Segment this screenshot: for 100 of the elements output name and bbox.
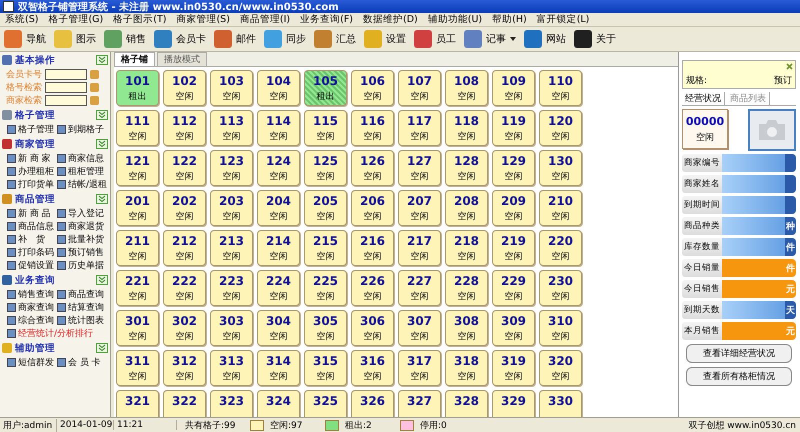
locker-cell[interactable]: 213 空闲 xyxy=(210,230,253,266)
locker-cell[interactable]: 103 空闲 xyxy=(210,70,253,106)
locker-cell[interactable]: 330 xyxy=(539,390,582,417)
locker-cell[interactable]: 218 空闲 xyxy=(445,230,488,266)
locker-cell[interactable]: 115 空闲 xyxy=(304,110,347,146)
locker-cell[interactable]: 307 空闲 xyxy=(398,310,441,346)
section-title[interactable]: 业务查询 xyxy=(15,274,93,286)
collapse-icon[interactable] xyxy=(96,275,108,285)
menu-item[interactable]: 格子图示(T) xyxy=(108,13,172,26)
locker-cell[interactable]: 203 空闲 xyxy=(210,190,253,226)
input-field[interactable] xyxy=(45,95,87,106)
locker-cell[interactable]: 210 空闲 xyxy=(539,190,582,226)
locker-cell[interactable]: 222 空闲 xyxy=(163,270,206,306)
sidebar-link[interactable]: 商家退货 xyxy=(68,220,104,233)
toolbar-button[interactable]: 员工 xyxy=(410,28,460,50)
input-field[interactable] xyxy=(45,82,87,93)
locker-cell[interactable]: 225 空闲 xyxy=(304,270,347,306)
sidebar-link[interactable]: 批量补货 xyxy=(68,233,104,246)
locker-cell[interactable]: 226 空闲 xyxy=(351,270,394,306)
locker-cell[interactable]: 122 空闲 xyxy=(163,150,206,186)
sidebar-link[interactable]: 促销设置 xyxy=(18,259,54,272)
sidebar-link[interactable]: 经营统计/分析排行 xyxy=(18,327,94,340)
locker-cell[interactable]: 101 租出 xyxy=(116,70,159,106)
collapse-icon[interactable] xyxy=(96,343,108,353)
locker-cell[interactable]: 315 空闲 xyxy=(304,350,347,386)
locker-cell[interactable]: 316 空闲 xyxy=(351,350,394,386)
locker-cell[interactable]: 207 空闲 xyxy=(398,190,441,226)
locker-cell[interactable]: 317 空闲 xyxy=(398,350,441,386)
sidebar-link[interactable]: 会 员 卡 xyxy=(68,356,101,369)
locker-cell[interactable]: 227 空闲 xyxy=(398,270,441,306)
locker-cell[interactable]: 124 空闲 xyxy=(257,150,300,186)
sidebar-link[interactable]: 补 货 xyxy=(18,233,45,246)
toolbar-button[interactable]: 会员卡 xyxy=(150,28,210,50)
menu-item[interactable]: 辅助功能(U) xyxy=(422,13,488,26)
sidebar-link[interactable]: 商品查询 xyxy=(68,288,104,301)
locker-cell[interactable]: 306 空闲 xyxy=(351,310,394,346)
locker-cell[interactable]: 109 空闲 xyxy=(492,70,535,106)
locker-cell[interactable]: 120 空闲 xyxy=(539,110,582,146)
locker-cell[interactable]: 125 空闲 xyxy=(304,150,347,186)
locker-cell[interactable]: 128 空闲 xyxy=(445,150,488,186)
locker-cell[interactable]: 201 空闲 xyxy=(116,190,159,226)
locker-cell[interactable]: 130 空闲 xyxy=(539,150,582,186)
locker-cell[interactable]: 305 空闲 xyxy=(304,310,347,346)
locker-cell[interactable]: 326 xyxy=(351,390,394,417)
locker-cell[interactable]: 211 空闲 xyxy=(116,230,159,266)
sidebar-link[interactable]: 短信群发 xyxy=(18,356,54,369)
locker-cell[interactable]: 121 空闲 xyxy=(116,150,159,186)
locker-cell[interactable]: 126 空闲 xyxy=(351,150,394,186)
sidebar-link[interactable]: 历史单据 xyxy=(68,259,104,272)
sidebar-link[interactable]: 新 商 品 xyxy=(18,207,51,220)
locker-cell[interactable]: 230 空闲 xyxy=(539,270,582,306)
locker-cell[interactable]: 206 空闲 xyxy=(351,190,394,226)
sidebar-link[interactable]: 租柜管理 xyxy=(68,165,104,178)
locker-cell[interactable]: 105 租出 xyxy=(304,70,347,106)
locker-cell[interactable]: 311 空闲 xyxy=(116,350,159,386)
locker-cell[interactable]: 102 空闲 xyxy=(163,70,206,106)
locker-cell[interactable]: 304 空闲 xyxy=(257,310,300,346)
locker-cell[interactable]: 303 空闲 xyxy=(210,310,253,346)
toolbar-button[interactable]: 汇总 xyxy=(310,28,360,50)
sidebar-link[interactable]: 结帐/退租 xyxy=(68,178,107,191)
section-title[interactable]: 商家管理 xyxy=(15,138,93,150)
sidebar-link[interactable]: 预订销售 xyxy=(68,246,104,259)
menu-item[interactable]: 系统(S) xyxy=(0,13,44,26)
locker-cell[interactable]: 221 空闲 xyxy=(116,270,159,306)
locker-cell[interactable]: 324 xyxy=(257,390,300,417)
locker-cell[interactable]: 329 xyxy=(492,390,535,417)
locker-cell[interactable]: 301 空闲 xyxy=(116,310,159,346)
locker-cell[interactable]: 212 空闲 xyxy=(163,230,206,266)
locker-cell[interactable]: 214 空闲 xyxy=(257,230,300,266)
locker-cell[interactable]: 328 xyxy=(445,390,488,417)
sidebar-link[interactable]: 办理租柜 xyxy=(18,165,54,178)
locker-cell[interactable]: 216 空闲 xyxy=(351,230,394,266)
menu-item[interactable]: 业务查询(F) xyxy=(295,13,358,26)
locker-cell[interactable]: 104 空闲 xyxy=(257,70,300,106)
locker-cell[interactable]: 119 空闲 xyxy=(492,110,535,146)
locker-cell[interactable]: 327 xyxy=(398,390,441,417)
locker-cell[interactable]: 204 空闲 xyxy=(257,190,300,226)
sidebar-link[interactable]: 商家信息 xyxy=(68,152,104,165)
locker-cell[interactable]: 310 空闲 xyxy=(539,310,582,346)
sidebar-link[interactable]: 综合查询 xyxy=(18,314,54,327)
locker-cell[interactable]: 106 空闲 xyxy=(351,70,394,106)
section-title[interactable]: 基本操作 xyxy=(15,54,93,66)
locker-cell[interactable]: 127 空闲 xyxy=(398,150,441,186)
collapse-icon[interactable] xyxy=(96,139,108,149)
sidebar-link[interactable]: 打印货单 xyxy=(18,178,54,191)
sidebar-link[interactable]: 结算查询 xyxy=(68,301,104,314)
locker-cell[interactable]: 313 空闲 xyxy=(210,350,253,386)
locker-cell[interactable]: 302 空闲 xyxy=(163,310,206,346)
sidebar-link[interactable]: 统计图表 xyxy=(68,314,104,327)
tab[interactable]: 商品列表 xyxy=(727,92,770,105)
section-title[interactable]: 辅助管理 xyxy=(15,342,93,354)
locker-cell[interactable]: 319 空闲 xyxy=(492,350,535,386)
collapse-icon[interactable] xyxy=(96,55,108,65)
toolbar-button[interactable]: 同步 xyxy=(260,28,310,50)
locker-cell[interactable]: 110 空闲 xyxy=(539,70,582,106)
menu-item[interactable]: 格子管理(G) xyxy=(43,13,108,26)
locker-cell[interactable]: 312 空闲 xyxy=(163,350,206,386)
toolbar-button[interactable]: 销售 xyxy=(100,28,150,50)
toolbar-button[interactable]: 邮件 xyxy=(210,28,260,50)
locker-cell[interactable]: 224 空闲 xyxy=(257,270,300,306)
